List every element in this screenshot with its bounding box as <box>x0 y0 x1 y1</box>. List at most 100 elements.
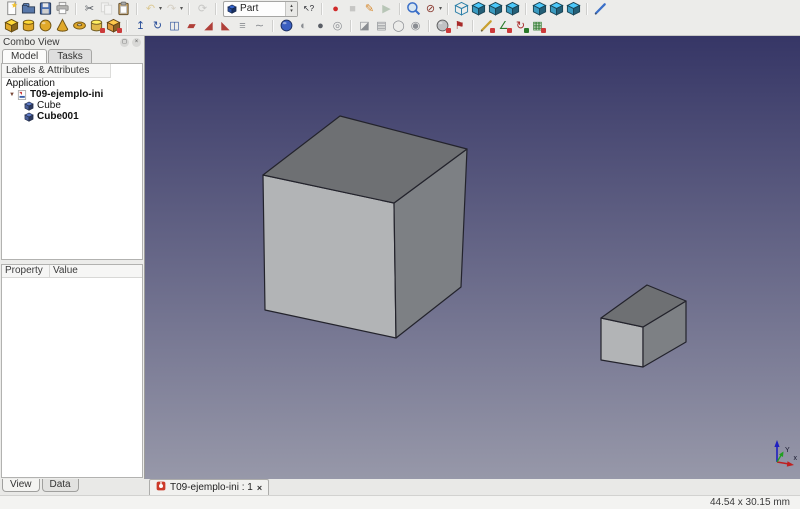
tree-item-cube[interactable]: Cube <box>2 100 142 111</box>
part-section-button[interactable]: ◪ <box>356 18 373 34</box>
save-file-button[interactable] <box>37 1 54 17</box>
workbench-selector[interactable]: Part ▴ ▾ <box>223 0 299 17</box>
close-panel-button[interactable]: × <box>132 38 141 47</box>
cut-button[interactable]: ✂ <box>81 1 98 17</box>
tree-item-application[interactable]: Application <box>2 78 142 89</box>
part-cut-icon: ◐ <box>300 19 307 32</box>
print-button[interactable] <box>54 1 71 17</box>
part-check-geometry-button[interactable] <box>434 18 451 34</box>
part-thickness-button[interactable]: ◉ <box>407 18 424 34</box>
part-revolve-button[interactable]: ↻ <box>149 18 166 34</box>
new-file-button[interactable] <box>3 1 20 17</box>
draw-style-icon: ⊘ <box>425 2 436 15</box>
open-file-button[interactable] <box>20 1 37 17</box>
float-panel-button[interactable]: ◻ <box>120 38 129 47</box>
measure-distance-button[interactable] <box>592 1 609 17</box>
part-loft-button[interactable]: ≡ <box>234 18 251 34</box>
view-rear-button[interactable] <box>531 1 548 17</box>
part-cone-button[interactable] <box>54 18 71 34</box>
tree-item-t09-ejemplo-ini[interactable]: ▼ T09-ejemplo-ini <box>2 89 142 100</box>
part-primitives-button[interactable] <box>88 18 105 34</box>
toolbar-separator <box>75 2 77 15</box>
measure-linear-button[interactable] <box>478 18 495 34</box>
part-mirror-button[interactable]: ◫ <box>166 18 183 34</box>
object-cube[interactable] <box>262 115 468 339</box>
combo-spinner-icon[interactable]: ▴ ▾ <box>285 1 298 16</box>
3d-viewport[interactable]: Y x <box>145 36 800 479</box>
part-chamfer-button[interactable]: ◢ <box>200 18 217 34</box>
macro-edit-button[interactable]: ✎ <box>361 1 378 17</box>
part-cut-button[interactable]: ◐ <box>295 18 312 34</box>
macro-play-button[interactable]: ▶ <box>378 1 395 17</box>
part-union-button[interactable]: ● <box>312 18 329 34</box>
part-loft-icon: ≡ <box>239 19 246 32</box>
part-sweep-button[interactable]: ∼ <box>251 18 268 34</box>
redo-icon: ↷ <box>166 2 177 15</box>
undo-dropdown-icon[interactable]: ▾ <box>159 5 162 12</box>
view-front-button[interactable] <box>470 1 487 17</box>
refresh-button[interactable]: ⟳ <box>194 1 211 17</box>
3d-scene[interactable]: Y x <box>145 36 800 479</box>
whats-this-button[interactable]: ↖? <box>300 1 317 17</box>
part-mirror-icon: ◫ <box>169 19 180 32</box>
part-common-button[interactable]: ◎ <box>329 18 346 34</box>
part-extrude-button[interactable]: ↥ <box>132 18 149 34</box>
view-top-button[interactable] <box>487 1 504 17</box>
expander-icon[interactable]: ▼ <box>9 92 15 98</box>
view-bottom-icon <box>549 1 564 16</box>
tree-header[interactable]: Labels & Attributes <box>2 64 111 78</box>
draw-style-button[interactable]: ⊘ <box>422 1 439 17</box>
freecad-doc-icon <box>156 481 166 494</box>
document-tab[interactable]: T09-ejemplo-ini : 1 × <box>149 479 270 495</box>
view-axonometric-button[interactable] <box>453 1 470 17</box>
cube-icon <box>24 112 34 122</box>
save-file-icon <box>38 1 53 16</box>
view-left-icon <box>566 1 581 16</box>
redo-dropdown-icon[interactable]: ▾ <box>180 5 183 12</box>
part-sphere-icon <box>38 18 53 33</box>
view-bottom-button[interactable] <box>548 1 565 17</box>
close-tab-icon[interactable]: × <box>257 483 262 493</box>
measure-angular-button[interactable]: ∠ <box>495 18 512 34</box>
part-box-button[interactable] <box>3 18 20 34</box>
measure-refresh-button[interactable]: ↻ <box>512 18 529 34</box>
redo-button[interactable]: ↷ <box>163 1 180 17</box>
toolbar-separator <box>399 2 402 15</box>
toolbar-separator <box>447 2 450 15</box>
part-boolean-button[interactable] <box>278 18 295 34</box>
workbench-value: Part <box>240 3 259 14</box>
part-boolean-icon <box>279 18 294 33</box>
object-cube001[interactable] <box>600 284 687 368</box>
tab-data[interactable]: Data <box>41 479 79 492</box>
part-shape-builder-button[interactable] <box>105 18 122 34</box>
part-cylinder-button[interactable] <box>20 18 37 34</box>
part-sphere-button[interactable] <box>37 18 54 34</box>
combo-view-tabs: Model Tasks <box>0 49 144 63</box>
part-ruled-surface-button[interactable]: ◣ <box>217 18 234 34</box>
zoom-fit-all-button[interactable] <box>405 1 422 17</box>
macro-record-button[interactable]: ● <box>327 1 344 17</box>
view-right-button[interactable] <box>504 1 521 17</box>
toolbar-separator <box>272 19 274 32</box>
part-offset-button[interactable]: ◯ <box>390 18 407 34</box>
part-torus-button[interactable] <box>71 18 88 34</box>
tree-item-cube001[interactable]: Cube001 <box>2 111 142 122</box>
part-fillet-button[interactable]: ▰ <box>183 18 200 34</box>
draw-style-dropdown-icon[interactable]: ▾ <box>439 5 442 12</box>
value-column-header[interactable]: Value <box>50 265 142 277</box>
tab-view[interactable]: View <box>2 479 40 492</box>
part-cross-sections-button[interactable]: ▤ <box>373 18 390 34</box>
measure-toggle-all-button[interactable]: ▦ <box>529 18 546 34</box>
property-column-header[interactable]: Property <box>2 265 50 277</box>
paste-button[interactable] <box>115 1 132 17</box>
property-list <box>2 278 142 477</box>
copy-button[interactable] <box>98 1 115 17</box>
undo-button[interactable]: ↶ <box>142 1 159 17</box>
macro-stop-button[interactable]: ■ <box>344 1 361 17</box>
part-defeaturing-button[interactable]: ⚑ <box>451 18 468 34</box>
mdi-tab-bar: View Data T09-ejemplo-ini : 1 × <box>0 479 800 495</box>
view-left-button[interactable] <box>565 1 582 17</box>
toolbar-separator <box>126 19 128 32</box>
tab-tasks[interactable]: Tasks <box>48 49 92 63</box>
tab-model[interactable]: Model <box>2 49 48 63</box>
